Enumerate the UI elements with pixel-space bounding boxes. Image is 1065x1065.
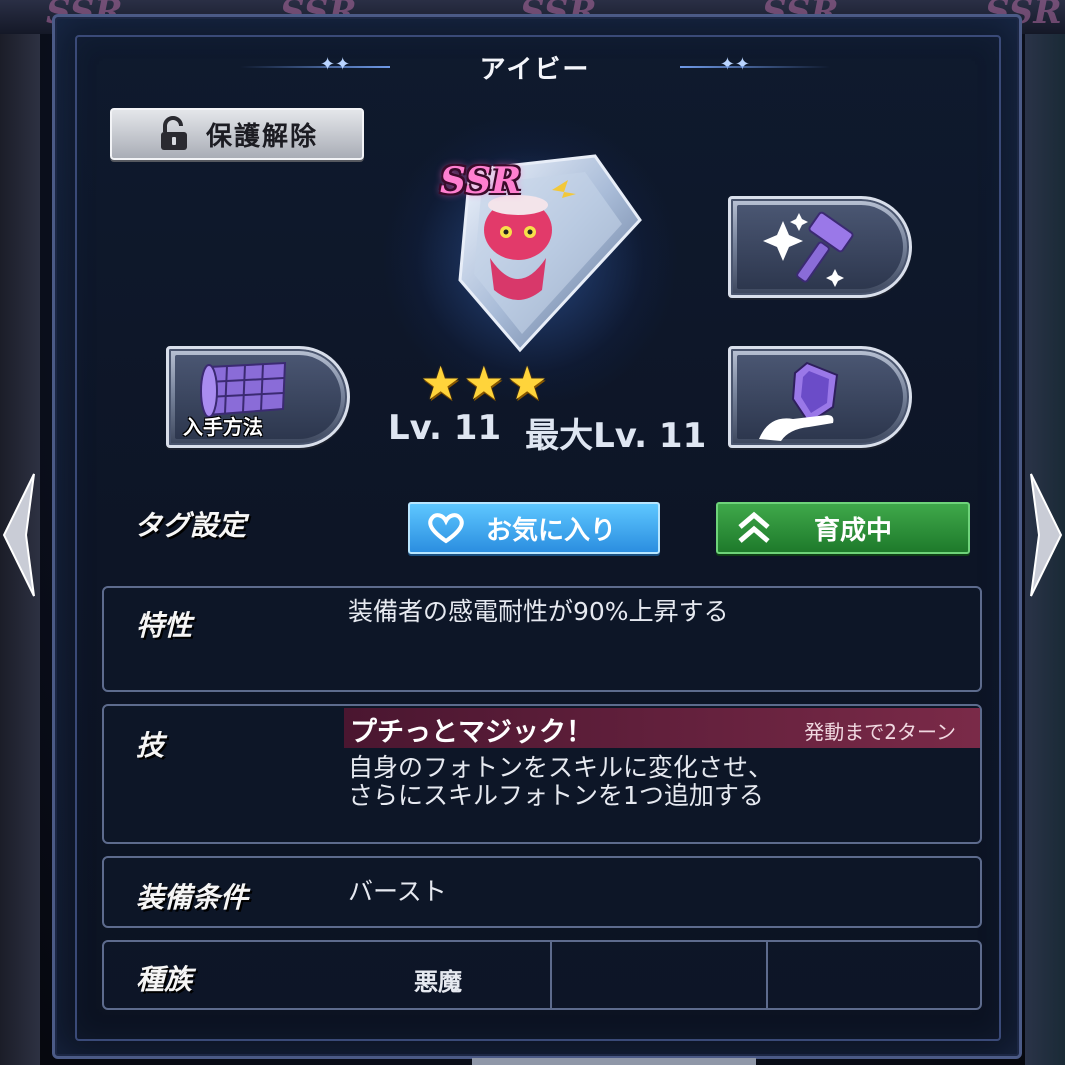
star-icon: ★ [506, 356, 548, 410]
how-to-obtain-button[interactable]: 入手方法 [166, 346, 350, 448]
skill-name: プチっとマジック！ [350, 717, 593, 748]
skill-description-line: 自身のフォトンをスキルに変化させ、 [348, 753, 774, 782]
chevron-left-icon [2, 473, 35, 597]
crystal-hand-icon [759, 361, 839, 441]
race-cell-empty [766, 942, 980, 1008]
max-level: 最大Lv. 11 [525, 416, 707, 456]
unlock-icon [160, 116, 187, 150]
title-decoration-left [240, 66, 390, 68]
skill-section: 技 プチっとマジック！ 発動まで2ターン 自身のフォトンをスキルに変化させ、 さ… [102, 704, 982, 844]
race-section: 種族 悪魔 [102, 940, 982, 1010]
heart-icon [428, 513, 464, 544]
unlock-protection-button[interactable]: 保護解除 [110, 108, 364, 160]
title-row: ✦✦ アイビー ✦✦ [230, 42, 840, 92]
favorite-tag-button[interactable]: お気に入り [408, 502, 660, 554]
sparkle-icon: ✦✦ [719, 54, 750, 75]
skill-header-bar: プチっとマジック！ 発動まで2ターン [344, 708, 980, 748]
skill-activation-turns: 発動まで2ターン [804, 720, 956, 744]
sparkle-icon: ✦✦ [320, 54, 351, 75]
unlock-protection-label: 保護解除 [205, 121, 318, 152]
skill-label: 技 [136, 729, 165, 762]
tag-settings-label: タグ設定 [134, 509, 247, 542]
equip-condition-section: 装備条件 バースト [102, 856, 982, 928]
race-value: 悪魔 [414, 968, 462, 996]
current-level: Lv. 11 [388, 408, 502, 448]
training-tag-button[interactable]: 育成中 [716, 502, 970, 554]
trait-label: 特性 [136, 609, 193, 642]
skill-description-line: さらにスキルフォトンを1つ追加する [348, 781, 764, 810]
equip-condition-value: バースト [348, 877, 447, 906]
limit-break-button[interactable] [728, 346, 912, 448]
favorite-tag-label: お気に入り [486, 515, 617, 546]
item-title: アイビー [479, 54, 591, 85]
star-icon: ★ [463, 356, 505, 410]
hammer-sparkle-icon [763, 211, 854, 287]
how-to-obtain-label: 入手方法 [183, 415, 263, 439]
skill-description: 自身のフォトンをスキルに変化させ、 さらにスキルフォトンを1つ追加する [348, 754, 773, 810]
training-tag-label: 育成中 [814, 515, 893, 546]
trait-section: 特性 装備者の感電耐性が90%上昇する [102, 586, 982, 692]
scroll-indicator [472, 1058, 756, 1065]
trait-text: 装備者の感電耐性が90%上昇する [348, 597, 729, 626]
double-chevron-up-icon [738, 511, 770, 543]
previous-item-arrow[interactable] [0, 470, 40, 600]
chevron-right-icon [1030, 473, 1063, 597]
rarity-badge: SSR [440, 160, 522, 202]
race-cell-empty [550, 942, 766, 1008]
equip-condition-label: 装備条件 [136, 881, 249, 914]
enhance-button[interactable] [728, 196, 912, 298]
star-rating: ★ ★ ★ [420, 360, 548, 406]
title-decoration-right [680, 66, 830, 68]
race-label: 種族 [136, 963, 193, 996]
next-item-arrow[interactable] [1025, 470, 1065, 600]
level-row: Lv. 11 最大Lv. 11 [388, 408, 706, 457]
star-icon: ★ [420, 356, 462, 410]
